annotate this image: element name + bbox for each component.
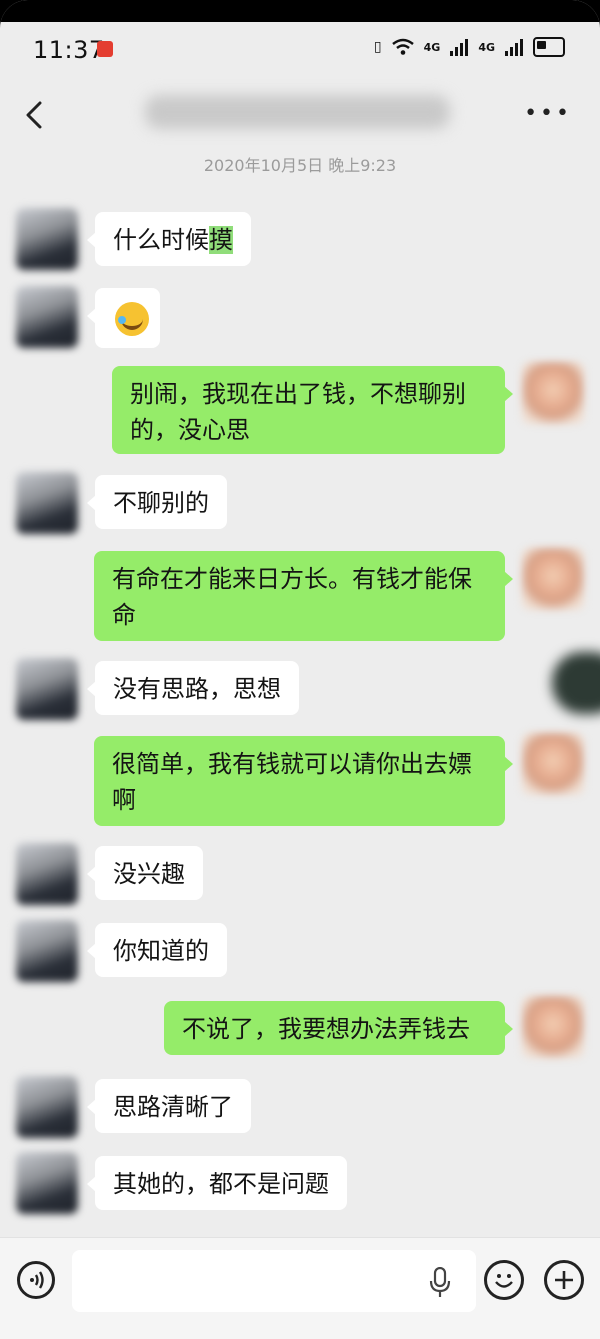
plus-icon[interactable] [544, 1260, 584, 1300]
status-bar: 11:37 ▯ 4G 4G [0, 22, 600, 77]
message-bubble-in: 什么时候摸 [87, 212, 251, 266]
crying-laughing-emoji-icon [115, 302, 149, 336]
my-avatar[interactable] [522, 362, 584, 424]
message-bubble-in: 没有思路，思想 [87, 661, 299, 715]
contact-avatar[interactable] [16, 1076, 78, 1138]
wifi-icon [391, 38, 414, 55]
status-time: 11:37 [33, 36, 105, 64]
message-bubble-out: 有命在才能来日方长。有钱才能保命 [94, 551, 513, 641]
mic-icon[interactable] [428, 1267, 452, 1299]
message-input[interactable] [72, 1250, 476, 1312]
contact-avatar[interactable] [16, 208, 78, 270]
network-4g-2: 4G [478, 40, 495, 54]
blurred-floating-element [552, 652, 600, 714]
contact-avatar[interactable] [16, 920, 78, 982]
message-bubble-in: 不聊别的 [87, 475, 227, 529]
my-avatar[interactable] [522, 733, 584, 795]
voice-icon[interactable] [17, 1261, 55, 1299]
chat-screen: 11:37 ▯ 4G 4G ••• 2020年10月5日 晚上9:23 什么时候… [0, 0, 600, 1339]
message-bubble-in: 其她的，都不是问题 [87, 1156, 347, 1210]
chat-timestamp: 2020年10月5日 晚上9:23 [203, 156, 397, 175]
message-bubble-in: 思路清晰了 [87, 1079, 251, 1133]
message-bubble-in: 你知道的 [87, 923, 227, 977]
contact-avatar[interactable] [16, 286, 78, 348]
chat-title-blurred [145, 95, 450, 129]
status-icons: ▯ 4G 4G [374, 37, 565, 57]
contact-avatar[interactable] [16, 472, 78, 534]
message-bubble-out: 不说了，我要想办法弄钱去 [164, 1001, 513, 1055]
network-4g-1: 4G [423, 40, 441, 54]
message-bubble-in [87, 288, 160, 348]
contact-avatar[interactable] [16, 1152, 78, 1214]
battery-icon [533, 37, 565, 57]
highlighted-text: 摸 [209, 226, 233, 254]
message-text: 什么时候 [113, 226, 209, 254]
chevron-left-icon[interactable] [18, 97, 54, 133]
chat-header: ••• [0, 77, 600, 152]
input-bar [0, 1237, 600, 1339]
my-avatar[interactable] [522, 996, 584, 1058]
my-avatar[interactable] [522, 548, 584, 610]
message-bubble-out: 很简单，我有钱就可以请你出去嫖啊 [94, 736, 513, 826]
signal-icon-2 [505, 38, 523, 56]
notification-icon [97, 41, 113, 57]
signal-icon [450, 38, 469, 56]
emoji-icon[interactable] [484, 1260, 524, 1300]
contact-avatar[interactable] [16, 843, 78, 905]
more-dots-icon[interactable]: ••• [524, 103, 572, 125]
contact-avatar[interactable] [16, 658, 78, 720]
message-bubble-out: 别闹，我现在出了钱，不想聊别的，没心思 [112, 366, 513, 454]
message-bubble-in: 没兴趣 [87, 846, 203, 900]
top-bezel [0, 0, 600, 22]
vibrate-icon: ▯ [373, 39, 382, 55]
